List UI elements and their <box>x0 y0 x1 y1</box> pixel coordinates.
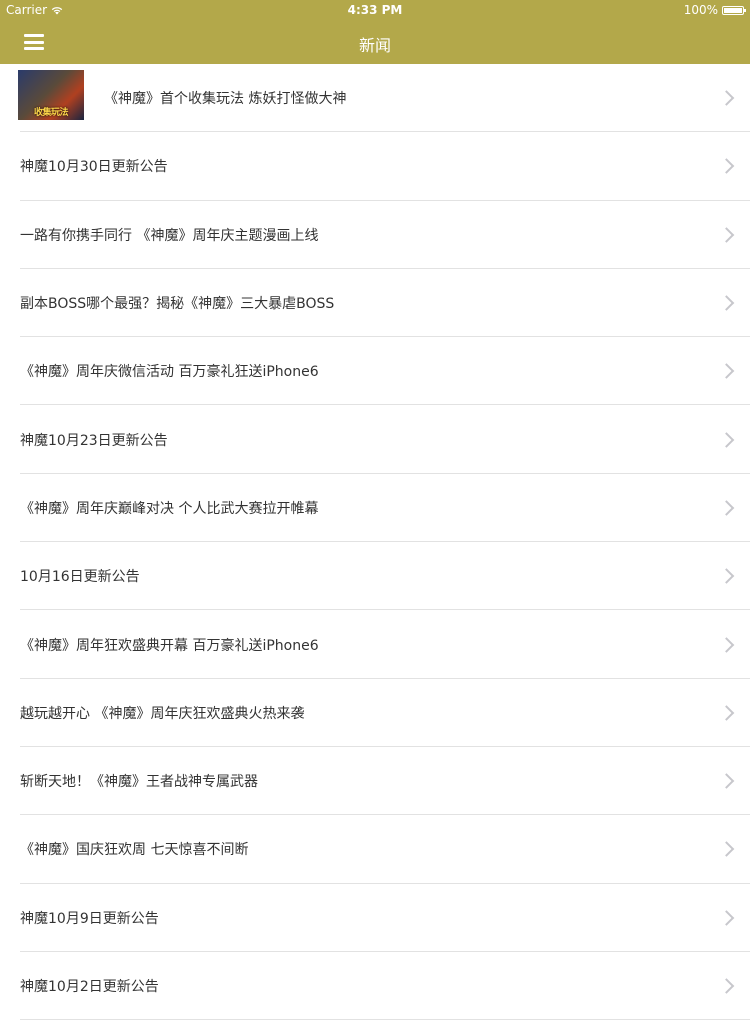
chevron-right-icon <box>718 431 735 448</box>
battery-percent: 100% <box>683 3 718 17</box>
chevron-right-icon <box>718 158 735 175</box>
thumbnail-caption: 收集玩法 <box>33 108 69 118</box>
news-title: 《神魔》周年狂欢盛典开幕 百万豪礼送iPhone6 <box>20 637 319 654</box>
chevron-right-icon <box>718 909 735 926</box>
news-title: 神魔10月23日更新公告 <box>20 432 168 449</box>
news-thumbnail: 收集玩法 <box>18 70 84 120</box>
chevron-right-icon <box>718 363 735 380</box>
page-title: 新闻 <box>358 36 391 55</box>
news-list: 收集玩法 《神魔》首个收集玩法 炼妖打怪做大神 神魔10月30日更新公告 一路有… <box>0 64 750 1020</box>
news-item[interactable]: 斩断天地！《神魔》王者战神专属武器 <box>0 747 750 816</box>
chevron-right-icon <box>718 841 735 858</box>
news-item[interactable]: 神魔10月9日更新公告 <box>0 884 750 953</box>
news-title: 神魔10月30日更新公告 <box>20 159 168 176</box>
news-title: 《神魔》周年庆巅峰对决 个人比武大赛拉开帷幕 <box>20 500 319 517</box>
news-title: 《神魔》首个收集玩法 炼妖打怪做大神 <box>104 91 347 108</box>
news-title: 神魔10月2日更新公告 <box>20 979 159 995</box>
chevron-right-icon <box>718 90 735 106</box>
news-item[interactable]: 神魔10月2日更新公告 <box>0 952 750 1020</box>
news-item[interactable]: 一路有你携手同行 《神魔》周年庆主题漫画上线 <box>0 201 750 270</box>
news-item[interactable]: 神魔10月23日更新公告 <box>0 405 750 475</box>
chevron-right-icon <box>718 226 735 243</box>
news-item[interactable]: 副本BOSS哪个最强？揭秘《神魔》三大暴虐BOSS <box>0 269 750 338</box>
news-item[interactable]: 越玩越开心 《神魔》周年庆狂欢盛典火热来袭 <box>0 679 750 748</box>
news-item[interactable]: 10月16日更新公告 <box>0 542 750 611</box>
news-title: 10月16日更新公告 <box>20 569 140 586</box>
battery-icon <box>722 5 746 15</box>
chevron-right-icon <box>718 500 735 516</box>
chevron-right-icon <box>718 295 735 311</box>
news-item[interactable]: 《神魔》国庆狂欢周 七天惊喜不间断 <box>0 815 750 884</box>
news-title: 神魔10月9日更新公告 <box>20 910 159 927</box>
news-title: 《神魔》周年庆微信活动 百万豪礼狂送iPhone6 <box>20 364 319 381</box>
status-bar: Carrier 4:33 PM 100% <box>0 0 750 20</box>
news-item[interactable]: 《神魔》周年狂欢盛典开幕 百万豪礼送iPhone6 <box>0 610 750 679</box>
news-title: 一路有你携手同行 《神魔》周年庆主题漫画上线 <box>20 227 319 244</box>
chevron-right-icon <box>718 773 735 789</box>
status-time: 4:33 PM <box>347 3 403 17</box>
news-title: 《神魔》国庆狂欢周 七天惊喜不间断 <box>20 842 249 859</box>
battery-info: 100% <box>683 3 746 17</box>
news-title: 斩断天地！《神魔》王者战神专属武器 <box>20 774 258 791</box>
news-item[interactable]: 《神魔》周年庆微信活动 百万豪礼狂送iPhone6 <box>0 337 750 406</box>
news-item[interactable]: 神魔10月30日更新公告 <box>0 132 750 201</box>
news-title: 越玩越开心 《神魔》周年庆狂欢盛典火热来袭 <box>20 705 305 722</box>
chevron-right-icon <box>718 568 735 584</box>
chevron-right-icon <box>718 636 735 653</box>
chevron-right-icon <box>718 705 735 721</box>
news-title: 副本BOSS哪个最强？揭秘《神魔》三大暴虐BOSS <box>20 296 335 313</box>
news-item[interactable]: 收集玩法 《神魔》首个收集玩法 炼妖打怪做大神 <box>0 64 750 133</box>
navigation-bar: 新闻 <box>0 20 750 64</box>
chevron-right-icon <box>718 978 735 994</box>
news-item[interactable]: 《神魔》周年庆巅峰对决 个人比武大赛拉开帷幕 <box>0 474 750 543</box>
